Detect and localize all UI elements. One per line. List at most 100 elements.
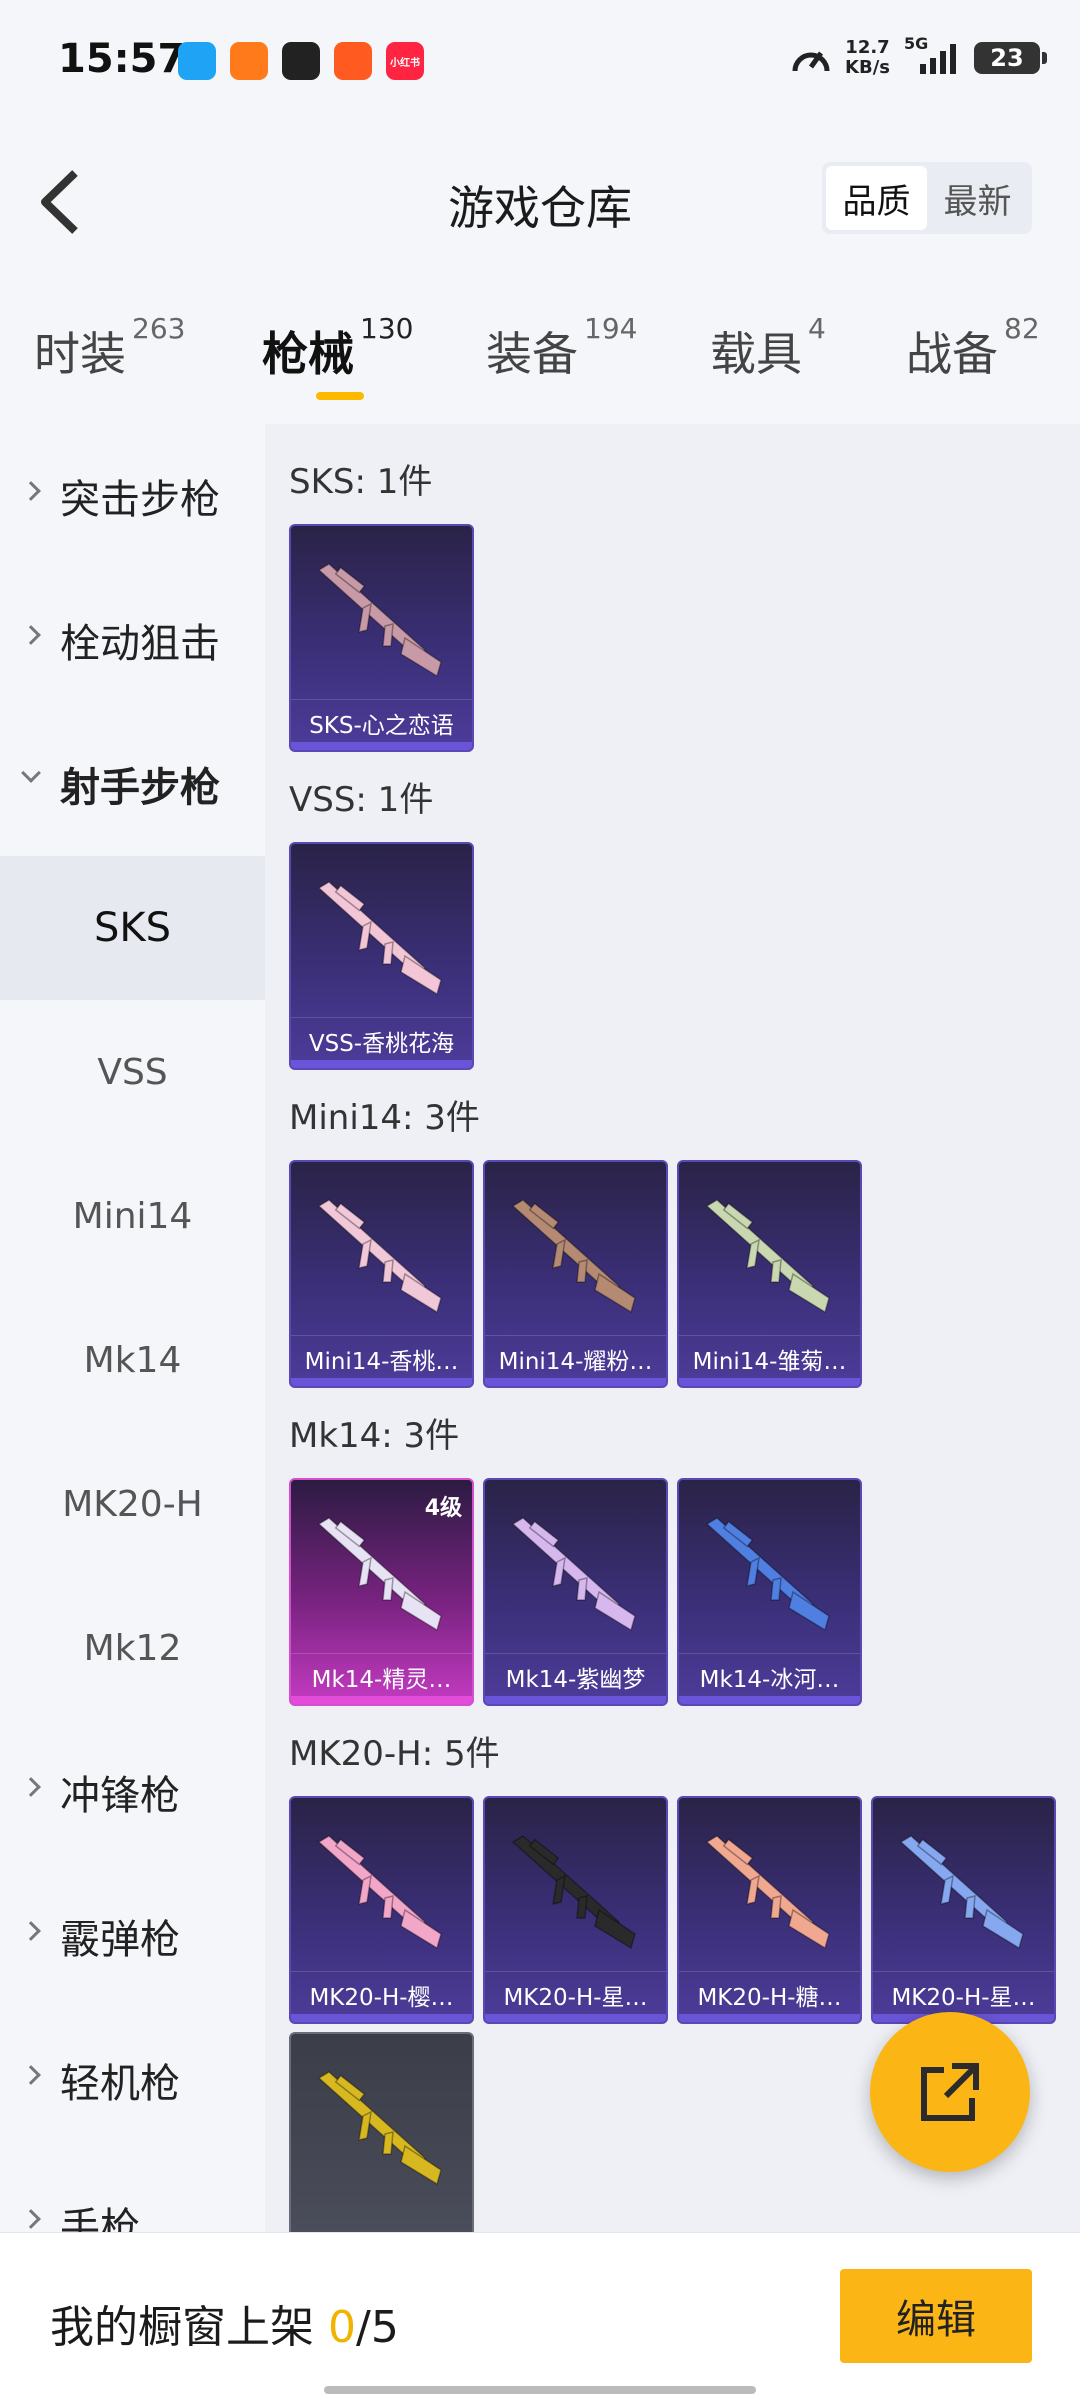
chevron-down-icon <box>21 763 41 783</box>
sidebar-item-bolt-sniper[interactable]: 栓动狙击 <box>0 568 265 712</box>
tab-label: 载具 <box>710 327 802 381</box>
video-app-icon <box>334 42 372 80</box>
weapon-skin-name: SKS-心之恋语 <box>291 699 472 740</box>
weapon-skin-card[interactable]: Mini14-雏菊… <box>677 1160 862 1388</box>
tab-count: 130 <box>360 312 414 345</box>
weapon-skin-name: MK20-H-糖… <box>679 1971 860 2012</box>
sidebar-item-smg[interactable]: 冲锋枪 <box>0 1720 265 1864</box>
weapon-skin-card[interactable]: MK20-H-星… <box>483 1796 668 2024</box>
cell-signal: 5G <box>904 34 960 76</box>
level-badge: 4级 <box>424 1496 462 1521</box>
section-title: Mk14: 3件 <box>289 1416 460 1456</box>
share-button[interactable] <box>870 2012 1030 2172</box>
missed-call-icon <box>282 42 320 80</box>
game-app-icon <box>230 42 268 80</box>
sidebar-item-shotgun[interactable]: 霰弹枪 <box>0 1864 265 2008</box>
rifle-icon <box>705 1517 830 1632</box>
rarity-bar <box>291 1696 472 1704</box>
sidebar-subitem-mini14[interactable]: Mini14 <box>0 1144 265 1288</box>
sort-option-quality[interactable]: 品质 <box>826 166 927 230</box>
weapon-skin-card[interactable]: MK20-H-樱… <box>289 1796 474 2024</box>
rarity-bar <box>485 2014 666 2022</box>
sidebar-item-marksman-rifle[interactable]: 射手步枪 <box>0 712 265 856</box>
weapon-skin-card[interactable]: 4级 Mk14-精灵… <box>289 1478 474 1706</box>
tab-label: 装备 <box>486 327 578 381</box>
rarity-bar <box>291 1378 472 1386</box>
tab-vehicles[interactable]: 载具 4 <box>710 312 826 384</box>
weapon-skin-name: MK20-H-星… <box>873 1971 1054 2012</box>
net-speed: 12.7 KB/s <box>845 38 890 78</box>
weapon-skin-card[interactable]: Mk14-紫幽梦 <box>483 1478 668 1706</box>
rarity-bar <box>485 1696 666 1704</box>
sidebar-subitem-sks[interactable]: SKS <box>0 856 265 1000</box>
weapon-skin-card[interactable]: Mini14-耀粉… <box>483 1160 668 1388</box>
net-speed-value: 12.7 <box>845 37 890 58</box>
status-bar: 15:57 小红书 12.7 KB/s 5G 23 <box>0 0 1080 112</box>
weapon-skin-card[interactable]: Mk14-冰河… <box>677 1478 862 1706</box>
tab-outfits[interactable]: 时装 263 <box>34 312 185 384</box>
rifle-icon <box>511 1517 636 1632</box>
sidebar-item-label: 冲锋枪 <box>60 1773 180 1819</box>
sidebar-subitem-mk20-h[interactable]: MK20-H <box>0 1432 265 1576</box>
sidebar-subitem-mk12[interactable]: Mk12 <box>0 1576 265 1720</box>
weapon-skin-card[interactable]: MK20-H-星… <box>871 1796 1056 2024</box>
tab-equipment[interactable]: 装备 194 <box>486 312 637 384</box>
rifle-icon <box>899 1835 1024 1950</box>
weapon-skin-card[interactable]: VSS-香桃花海 <box>289 842 474 1070</box>
sidebar-subitem-label: Mk12 <box>83 1627 182 1669</box>
sidebar-item-lmg[interactable]: 轻机枪 <box>0 2008 265 2152</box>
signal-bars-icon <box>920 44 956 74</box>
speed-gauge-icon <box>792 51 830 72</box>
rifle-icon <box>511 1199 636 1314</box>
home-indicator[interactable] <box>324 2386 756 2394</box>
weapon-skin-name: Mini14-雏菊… <box>679 1335 860 1376</box>
sidebar-item-label: 手枪 <box>60 2205 140 2232</box>
sidebar-item-assault-rifle[interactable]: 突击步枪 <box>0 424 265 568</box>
weapon-skin-name: Mk14-冰河… <box>679 1653 860 1694</box>
tab-label: 枪械 <box>262 327 354 381</box>
weapon-skin-card[interactable] <box>289 2032 474 2232</box>
tab-combat-gear[interactable]: 战备 82 <box>906 312 1040 384</box>
weapon-skin-name: Mini14-耀粉… <box>485 1335 666 1376</box>
sidebar-item-label: 轻机枪 <box>60 2061 180 2107</box>
tab-count: 4 <box>808 312 826 345</box>
section-title: Mini14: 3件 <box>289 1098 480 1138</box>
sidebar-item-label: 霰弹枪 <box>60 1917 180 1963</box>
status-indicators: 12.7 KB/s 5G 23 <box>791 34 1047 78</box>
weapon-skin-name: Mk14-紫幽梦 <box>485 1653 666 1694</box>
rarity-bar <box>679 1378 860 1386</box>
rifle-icon <box>317 1517 442 1632</box>
rarity-bar <box>485 1378 666 1386</box>
edit-button[interactable]: 编辑 <box>840 2269 1032 2363</box>
chevron-right-icon <box>21 481 41 501</box>
tab-count: 82 <box>1004 312 1040 345</box>
sidebar-item-pistol[interactable]: 手枪 <box>0 2152 265 2232</box>
sort-segmented-control: 品质 最新 <box>822 162 1032 234</box>
tab-firearms[interactable]: 枪械 130 <box>262 312 413 384</box>
tab-count: 263 <box>132 312 186 345</box>
weapon-skin-name: Mk14-精灵… <box>291 1653 472 1694</box>
sidebar-subitem-label: MK20-H <box>62 1483 203 1525</box>
weapon-skin-card[interactable]: Mini14-香桃… <box>289 1160 474 1388</box>
battery-icon: 23 <box>974 42 1047 74</box>
sort-option-newest[interactable]: 最新 <box>927 166 1028 230</box>
showcase-status: 我的橱窗上架 0/5 <box>50 2291 399 2355</box>
rifle-icon <box>317 2071 442 2186</box>
rarity-bar <box>679 1696 860 1704</box>
sidebar-subitem-label: Mini14 <box>72 1195 193 1237</box>
xiaohongshu-icon: 小红书 <box>386 42 424 80</box>
sidebar-subitem-mk14[interactable]: Mk14 <box>0 1288 265 1432</box>
tab-count: 194 <box>584 312 638 345</box>
showcase-total: /5 <box>356 2302 399 2353</box>
chevron-right-icon <box>21 1777 41 1797</box>
chevron-right-icon <box>21 2209 41 2229</box>
rarity-bar <box>291 1060 472 1068</box>
weapon-skin-card[interactable]: SKS-心之恋语 <box>289 524 474 752</box>
chevron-right-icon <box>21 1921 41 1941</box>
rifle-icon <box>317 1199 442 1314</box>
status-app-icons: 小红书 <box>178 42 424 80</box>
weapon-skin-card[interactable]: MK20-H-糖… <box>677 1796 862 2024</box>
sidebar-subitem-vss[interactable]: VSS <box>0 1000 265 1144</box>
status-time: 15:57 <box>58 36 186 82</box>
showcase-bar: 我的橱窗上架 0/5 编辑 <box>0 2232 1080 2400</box>
